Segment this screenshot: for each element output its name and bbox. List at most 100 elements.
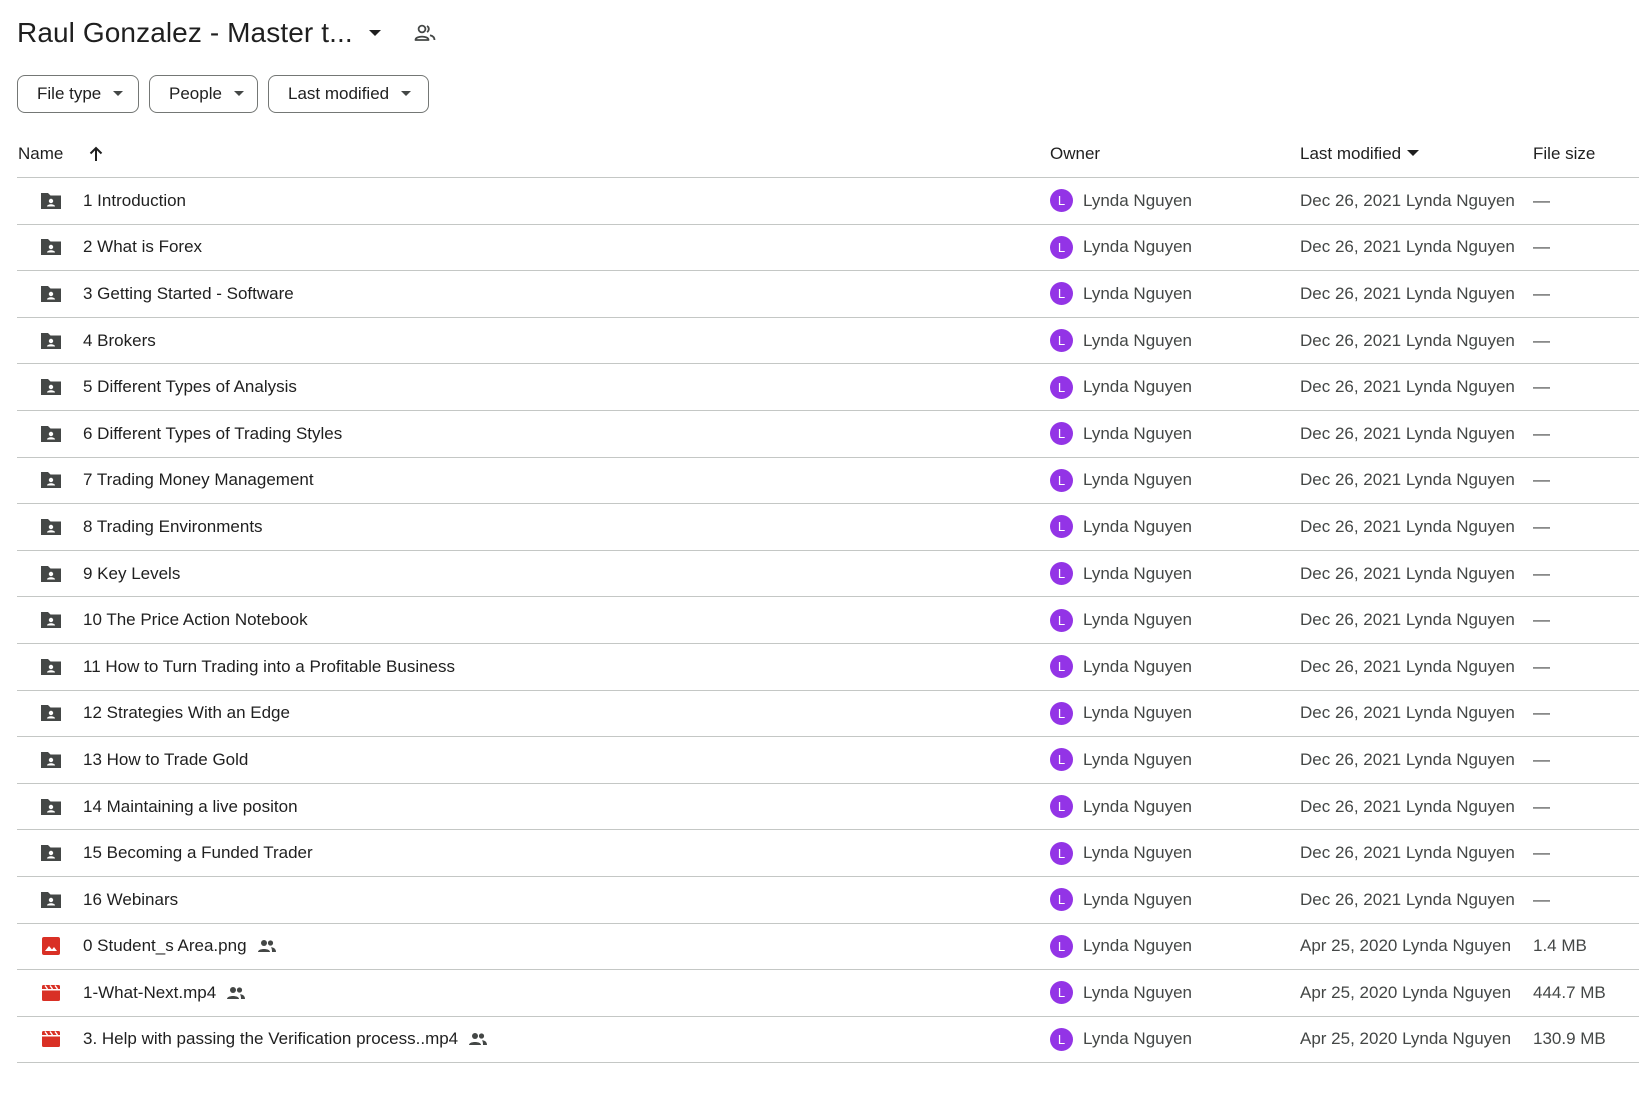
file-row[interactable]: 3 Getting Started - Software L Lynda Nguye… bbox=[17, 271, 1639, 318]
file-size-cell: — bbox=[1533, 889, 1550, 909]
file-size-cell: — bbox=[1533, 423, 1550, 443]
avatar: L bbox=[1050, 422, 1073, 446]
file-name: 2 What is Forex bbox=[83, 237, 203, 257]
last-modified-column-label: Last modified bbox=[1300, 143, 1402, 163]
file-row[interactable]: 1 Introduction L Lynda Nguyen Dec 26, 2021 … bbox=[17, 178, 1639, 225]
owner-cell: L Lynda Nguyen bbox=[1050, 597, 1192, 643]
shared-folder-icon bbox=[38, 411, 64, 457]
file-type-filter[interactable]: File type bbox=[17, 75, 139, 113]
file-name: 1 Introduction bbox=[83, 190, 187, 210]
file-size-cell: — bbox=[1533, 843, 1550, 863]
folder-title[interactable]: Raul Gonzalez - Master t... bbox=[17, 17, 353, 49]
shared-folder-icon bbox=[38, 737, 64, 783]
owner-name: Lynda Nguyen bbox=[1083, 190, 1193, 210]
last-modified-column-header[interactable]: Last modified bbox=[1300, 130, 1420, 177]
file-row[interactable]: 1-What-Next.mp4 L Lynda Nguyen Apr 25, 2020… bbox=[17, 970, 1639, 1017]
file-size-cell: — bbox=[1533, 656, 1550, 676]
file-row[interactable]: 3. Help with passing the Verification pr… bbox=[17, 1017, 1639, 1064]
owner-cell: L Lynda Nguyen bbox=[1050, 691, 1192, 737]
file-name-cell: 12 Strategies With an Edge bbox=[83, 691, 290, 737]
owner-name: Lynda Nguyen bbox=[1083, 470, 1193, 490]
file-size-cell: — bbox=[1533, 796, 1550, 816]
people-icon bbox=[226, 986, 246, 1000]
file-size-cell: — bbox=[1533, 516, 1550, 536]
last-modified-filter-label: Last modified bbox=[288, 84, 390, 103]
image-file-icon bbox=[38, 924, 64, 970]
owner-column-header: Owner bbox=[1050, 130, 1100, 177]
file-size-cell: — bbox=[1533, 330, 1550, 350]
last-modified-cell: Dec 26, 2021 Lynda Nguyen bbox=[1300, 843, 1515, 863]
avatar: L bbox=[1050, 282, 1073, 306]
file-type-filter-label: File type bbox=[37, 84, 102, 103]
owner-cell: L Lynda Nguyen bbox=[1050, 271, 1192, 317]
last-modified-cell: Dec 26, 2021 Lynda Nguyen bbox=[1300, 330, 1515, 350]
arrow-drop-down-icon[interactable] bbox=[359, 17, 391, 49]
owner-name: Lynda Nguyen bbox=[1083, 796, 1193, 816]
file-name: 11 How to Turn Trading into a Profitable… bbox=[83, 656, 455, 676]
owner-name: Lynda Nguyen bbox=[1083, 982, 1193, 1002]
file-size-cell: — bbox=[1533, 237, 1550, 257]
file-row[interactable]: 15 Becoming a Funded Trader L Lynda Nguyen… bbox=[17, 830, 1639, 877]
avatar: L bbox=[1050, 795, 1073, 819]
file-name: 8 Trading Environments bbox=[83, 516, 263, 536]
people-filter[interactable]: People bbox=[149, 75, 258, 113]
owner-cell: L Lynda Nguyen bbox=[1050, 178, 1192, 224]
shared-folder-icon bbox=[38, 551, 64, 597]
file-row[interactable]: 2 What is Forex L Lynda Nguyen Dec 26, 2021… bbox=[17, 225, 1639, 272]
file-row[interactable]: 4 Brokers L Lynda Nguyen Dec 26, 2021 Lynda… bbox=[17, 318, 1639, 365]
file-list-rows: 1 Introduction L Lynda Nguyen Dec 26, 2021 … bbox=[17, 178, 1639, 1064]
file-row[interactable]: 6 Different Types of Trading Styles L Lynd… bbox=[17, 411, 1639, 458]
name-column-header[interactable]: Name bbox=[18, 130, 103, 177]
shared-folder-icon bbox=[38, 225, 64, 271]
owner-name: Lynda Nguyen bbox=[1083, 563, 1193, 583]
avatar: L bbox=[1050, 468, 1073, 492]
people-icon bbox=[257, 939, 277, 953]
shared-folder-icon bbox=[38, 691, 64, 737]
owner-cell: L Lynda Nguyen bbox=[1050, 970, 1192, 1016]
file-name: 5 Different Types of Analysis bbox=[83, 377, 297, 397]
avatar: L bbox=[1050, 701, 1073, 725]
arrow-upward-icon[interactable] bbox=[89, 146, 103, 162]
owner-name: Lynda Nguyen bbox=[1083, 1029, 1193, 1049]
file-row[interactable]: 12 Strategies With an Edge L Lynda Nguyen D… bbox=[17, 691, 1639, 738]
avatar: L bbox=[1050, 375, 1073, 399]
owner-cell: L Lynda Nguyen bbox=[1050, 318, 1192, 364]
last-modified-cell: Dec 26, 2021 Lynda Nguyen bbox=[1300, 703, 1515, 723]
file-size-column-label: File size bbox=[1533, 143, 1596, 163]
file-name-cell: 13 How to Trade Gold bbox=[83, 737, 248, 783]
file-row[interactable]: 9 Key Levels L Lynda Nguyen Dec 26, 2021 Ly… bbox=[17, 551, 1639, 598]
file-row[interactable]: 13 How to Trade Gold L Lynda Nguyen Dec 26,… bbox=[17, 737, 1639, 784]
file-name-cell: 3 Getting Started - Software bbox=[83, 271, 294, 317]
people-filter-label: People bbox=[169, 84, 222, 103]
owner-name: Lynda Nguyen bbox=[1083, 423, 1193, 443]
people-outline-icon[interactable] bbox=[411, 19, 439, 47]
last-modified-cell: Dec 26, 2021 Lynda Nguyen bbox=[1300, 423, 1515, 443]
shared-folder-icon bbox=[38, 364, 64, 410]
file-name-cell: 2 What is Forex bbox=[83, 225, 202, 271]
file-name: 0 Student_s Area.png bbox=[83, 936, 247, 956]
file-row[interactable]: 14 Maintaining a live positon L Lynda Nguy… bbox=[17, 784, 1639, 831]
owner-name: Lynda Nguyen bbox=[1083, 237, 1193, 257]
file-row[interactable]: 7 Trading Money Management L Lynda Nguyen D… bbox=[17, 458, 1639, 505]
file-row[interactable]: 16 Webinars L Lynda Nguyen Dec 26, 2021 Lyn… bbox=[17, 877, 1639, 924]
file-row[interactable]: 5 Different Types of Analysis L Lynda Nguy… bbox=[17, 364, 1639, 411]
file-size-cell: — bbox=[1533, 563, 1550, 583]
file-name: 4 Brokers bbox=[83, 330, 156, 350]
last-modified-cell: Dec 26, 2021 Lynda Nguyen bbox=[1300, 610, 1515, 630]
file-name: 7 Trading Money Management bbox=[83, 470, 314, 490]
owner-cell: L Lynda Nguyen bbox=[1050, 364, 1192, 410]
file-name-cell: 10 The Price Action Notebook bbox=[83, 597, 308, 643]
owner-cell: L Lynda Nguyen bbox=[1050, 225, 1192, 271]
avatar: L bbox=[1050, 1027, 1073, 1051]
file-row[interactable]: 0 Student_s Area.png L Lynda Nguyen Apr 25,… bbox=[17, 924, 1639, 971]
avatar: L bbox=[1050, 934, 1073, 958]
last-modified-filter[interactable]: Last modified bbox=[268, 75, 429, 113]
arrow-drop-down-icon bbox=[401, 91, 412, 97]
file-row[interactable]: 11 How to Turn Trading into a Profitable… bbox=[17, 644, 1639, 691]
file-size-cell: — bbox=[1533, 703, 1550, 723]
file-row[interactable]: 8 Trading Environments L Lynda Nguyen Dec 2… bbox=[17, 504, 1639, 551]
shared-folder-icon bbox=[38, 597, 64, 643]
last-modified-cell: Apr 25, 2020 Lynda Nguyen bbox=[1300, 982, 1512, 1002]
file-row[interactable]: 10 The Price Action Notebook L Lynda Nguye… bbox=[17, 597, 1639, 644]
file-name-cell: 3. Help with passing the Verification pr… bbox=[83, 1017, 488, 1063]
